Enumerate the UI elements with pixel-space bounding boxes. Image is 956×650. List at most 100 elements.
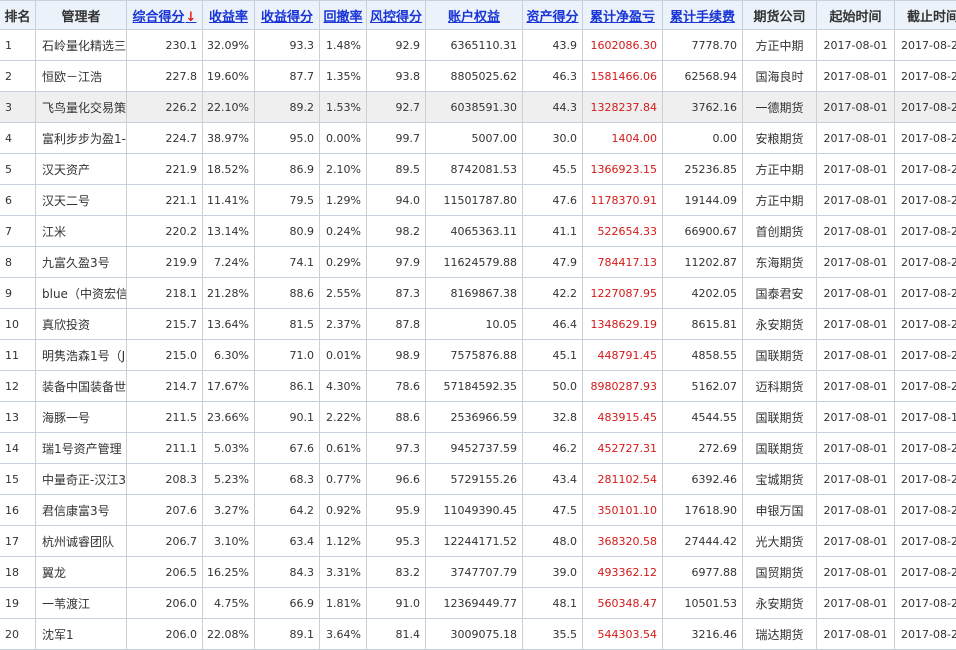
end-time-cell: 2017-08-29 (895, 340, 956, 371)
score-cell: 230.1 (127, 30, 203, 61)
table-row[interactable]: 3飞鸟量化交易策226.222.10%89.21.53%92.76038591.… (0, 92, 956, 123)
asset-score-cell: 48.1 (523, 588, 583, 619)
table-row[interactable]: 11明隽浩森1号（J215.06.30%71.00.01%98.97575876… (0, 340, 956, 371)
company-cell: 安粮期货 (743, 123, 817, 154)
return-rate-cell: 17.67% (203, 371, 255, 402)
net-profit-cell: 8980287.93 (583, 371, 663, 402)
end-time-cell: 2017-08-29 (895, 216, 956, 247)
fees-cell: 3216.46 (663, 619, 743, 650)
manager-name-cell: 真欣投资 (36, 309, 127, 340)
column-header-drawdown[interactable]: 回撤率 (320, 1, 367, 30)
column-header-score[interactable]: 综合得分↓ (127, 1, 203, 30)
return-rate-cell: 6.30% (203, 340, 255, 371)
equity-cell: 10.05 (426, 309, 523, 340)
company-cell: 方正中期 (743, 185, 817, 216)
start-time-cell: 2017-08-01 (817, 123, 895, 154)
start-time-cell: 2017-08-01 (817, 557, 895, 588)
table-row[interactable]: 2恒欧－江浩227.819.60%87.71.35%93.88805025.62… (0, 61, 956, 92)
drawdown-cell: 1.35% (320, 61, 367, 92)
equity-cell: 7575876.88 (426, 340, 523, 371)
return-rate-cell: 13.64% (203, 309, 255, 340)
table-row[interactable]: 13海豚一号211.523.66%90.12.22%88.62536966.59… (0, 402, 956, 433)
column-header-risk-score[interactable]: 风控得分 (367, 1, 426, 30)
manager-name-cell: 九富久盈3号 (36, 247, 127, 278)
equity-cell: 57184592.35 (426, 371, 523, 402)
net-profit-cell: 350101.10 (583, 495, 663, 526)
table-row[interactable]: 15中量奇正-汉江3208.35.23%68.30.77%96.65729155… (0, 464, 956, 495)
table-row[interactable]: 5汉天资产221.918.52%86.92.10%89.58742081.534… (0, 154, 956, 185)
risk-score-cell: 97.3 (367, 433, 426, 464)
net-profit-cell: 1404.00 (583, 123, 663, 154)
risk-score-cell: 87.8 (367, 309, 426, 340)
return-score-cell: 67.6 (255, 433, 320, 464)
return-rate-cell: 13.14% (203, 216, 255, 247)
company-cell: 方正中期 (743, 154, 817, 185)
asset-score-cell: 42.2 (523, 278, 583, 309)
table-row[interactable]: 10真欣投资215.713.64%81.52.37%87.810.0546.41… (0, 309, 956, 340)
end-time-cell: 2017-08-29 (895, 30, 956, 61)
rank-cell: 4 (0, 123, 36, 154)
fees-cell: 6977.88 (663, 557, 743, 588)
end-time-cell: 2017-08-29 (895, 526, 956, 557)
score-cell: 221.1 (127, 185, 203, 216)
return-score-cell: 84.3 (255, 557, 320, 588)
column-header-label: 风控得分 (370, 10, 422, 25)
table-row[interactable]: 14瑞1号资产管理211.15.03%67.60.61%97.39452737.… (0, 433, 956, 464)
return-score-cell: 79.5 (255, 185, 320, 216)
table-row[interactable]: 18翼龙206.516.25%84.33.31%83.23747707.7939… (0, 557, 956, 588)
fees-cell: 11202.87 (663, 247, 743, 278)
table-row[interactable]: 8九富久盈3号219.97.24%74.10.29%97.911624579.8… (0, 247, 956, 278)
table-row[interactable]: 20沈军1206.022.08%89.13.64%81.43009075.183… (0, 619, 956, 650)
asset-score-cell: 45.1 (523, 340, 583, 371)
drawdown-cell: 2.55% (320, 278, 367, 309)
company-cell: 国贸期货 (743, 557, 817, 588)
start-time-cell: 2017-08-01 (817, 185, 895, 216)
company-cell: 方正中期 (743, 30, 817, 61)
table-row[interactable]: 9blue（中资宏信218.121.28%88.62.55%87.3816986… (0, 278, 956, 309)
table-row[interactable]: 12装备中国装备世214.717.67%86.14.30%78.65718459… (0, 371, 956, 402)
equity-cell: 11049390.45 (426, 495, 523, 526)
net-profit-cell: 281102.54 (583, 464, 663, 495)
risk-score-cell: 99.7 (367, 123, 426, 154)
start-time-cell: 2017-08-01 (817, 526, 895, 557)
asset-score-cell: 39.0 (523, 557, 583, 588)
column-header-net-profit[interactable]: 累计净盈亏 (583, 1, 663, 30)
manager-name-cell: 装备中国装备世 (36, 371, 127, 402)
column-header-equity[interactable]: 账户权益 (426, 1, 523, 30)
return-score-cell: 90.1 (255, 402, 320, 433)
column-header-fees[interactable]: 累计手续费 (663, 1, 743, 30)
drawdown-cell: 2.10% (320, 154, 367, 185)
score-cell: 226.2 (127, 92, 203, 123)
net-profit-cell: 544303.54 (583, 619, 663, 650)
rank-cell: 9 (0, 278, 36, 309)
column-header-return-rate[interactable]: 收益率 (203, 1, 255, 30)
company-cell: 国海良时 (743, 61, 817, 92)
end-time-cell: 2017-08-29 (895, 247, 956, 278)
company-cell: 永安期货 (743, 588, 817, 619)
drawdown-cell: 0.29% (320, 247, 367, 278)
company-cell: 永安期货 (743, 309, 817, 340)
column-header-return-score[interactable]: 收益得分 (255, 1, 320, 30)
start-time-cell: 2017-08-01 (817, 495, 895, 526)
asset-score-cell: 47.6 (523, 185, 583, 216)
rank-cell: 16 (0, 495, 36, 526)
table-row[interactable]: 4富利步步为盈1-224.738.97%95.00.00%99.75007.00… (0, 123, 956, 154)
company-cell: 瑞达期货 (743, 619, 817, 650)
table-row[interactable]: 6汉天二号221.111.41%79.51.29%94.011501787.80… (0, 185, 956, 216)
score-cell: 211.5 (127, 402, 203, 433)
score-cell: 220.2 (127, 216, 203, 247)
table-row[interactable]: 19一苇渡江206.04.75%66.91.81%91.012369449.77… (0, 588, 956, 619)
company-cell: 首创期货 (743, 216, 817, 247)
column-header-asset-score[interactable]: 资产得分 (523, 1, 583, 30)
company-cell: 宝城期货 (743, 464, 817, 495)
column-header-rank: 排名 (0, 1, 36, 30)
return-score-cell: 74.1 (255, 247, 320, 278)
table-row[interactable]: 1石岭量化精选三230.132.09%93.31.48%92.96365110.… (0, 30, 956, 61)
table-row[interactable]: 17杭州诚睿团队206.73.10%63.41.12%95.312244171.… (0, 526, 956, 557)
net-profit-cell: 452727.31 (583, 433, 663, 464)
drawdown-cell: 0.01% (320, 340, 367, 371)
end-time-cell: 2017-08-29 (895, 557, 956, 588)
table-row[interactable]: 16君信康富3号207.63.27%64.20.92%95.911049390.… (0, 495, 956, 526)
table-row[interactable]: 7江米220.213.14%80.90.24%98.24065363.1141.… (0, 216, 956, 247)
equity-cell: 12244171.52 (426, 526, 523, 557)
